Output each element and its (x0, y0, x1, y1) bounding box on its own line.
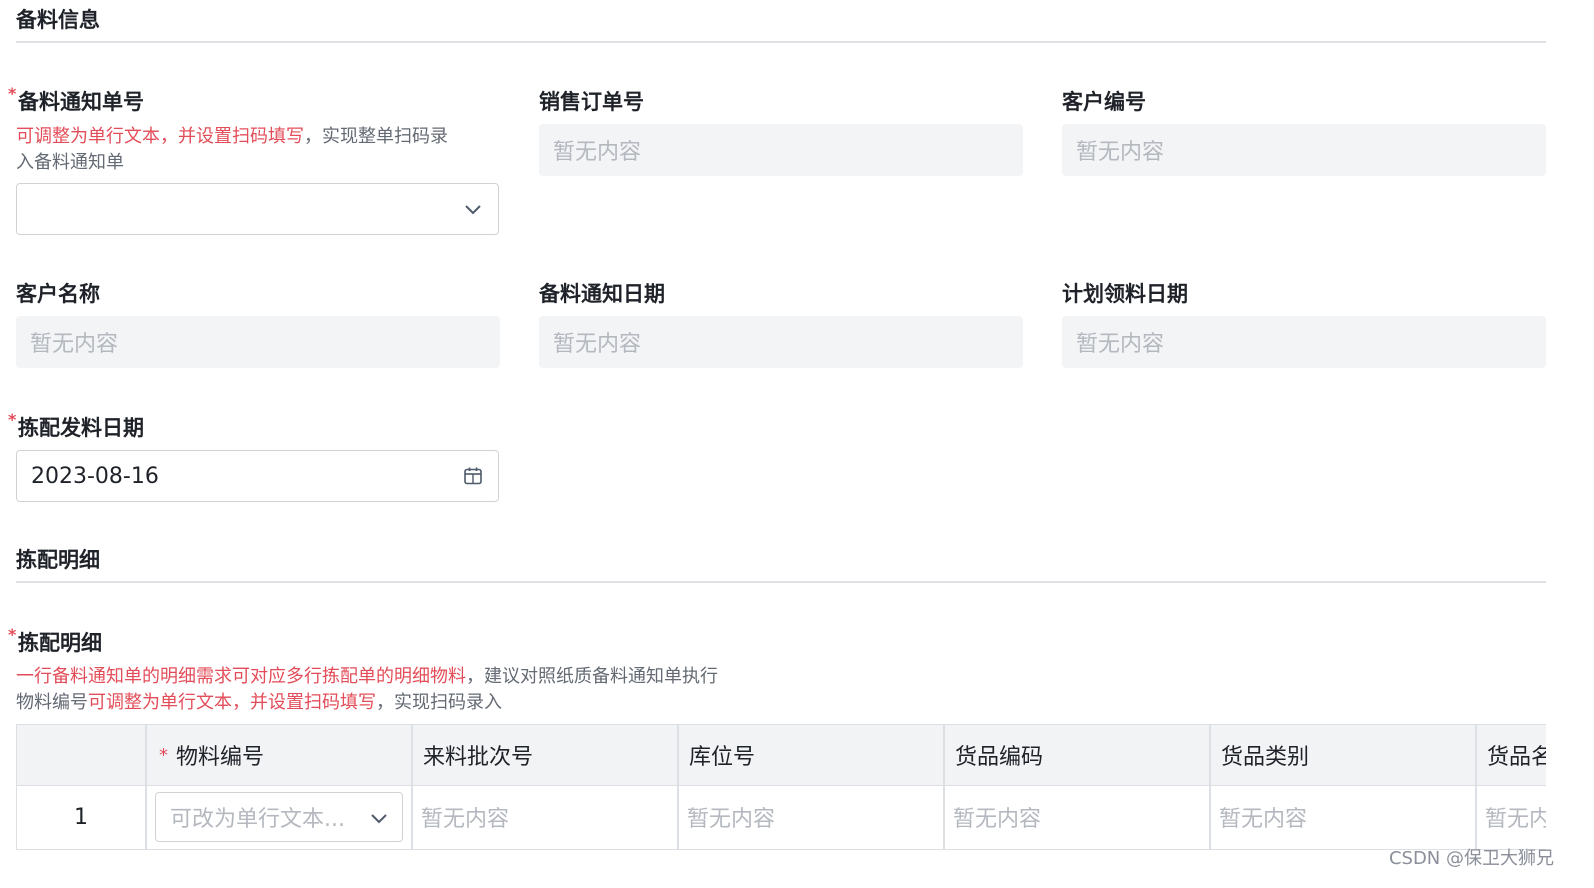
column-header-goods-category[interactable]: 货品类别 (1221, 725, 1309, 785)
goods-category-cell: 暂无内容 (1219, 807, 1308, 832)
batch-no-cell: 暂无内容 (421, 807, 510, 832)
notice-date-input: 暂无内容 (539, 316, 1023, 368)
field-label-customer-name: 客户名称 (16, 282, 100, 306)
plan-date-input: 暂无内容 (1062, 316, 1546, 368)
hint-gray: 入备料通知单 (16, 152, 124, 173)
row-index: 1 (74, 804, 88, 830)
label-text: 拣配发料日期 (18, 416, 144, 440)
divider (16, 41, 1546, 43)
hint-gray: ，实现整单扫码录 (304, 126, 448, 147)
hint-red: 可调整为单行文本，并设置扫码填写 (88, 692, 376, 713)
location-cell: 暂无内容 (687, 807, 776, 832)
column-header-goods-name[interactable]: 货品名 (1487, 725, 1546, 785)
label-text: 备料通知单号 (18, 90, 144, 114)
watermark: CSDN @保卫大狮兄 (1388, 848, 1554, 869)
notice-no-select[interactable] (16, 183, 499, 235)
column-separator (677, 725, 679, 849)
section-title-prep-info: 备料信息 (16, 8, 100, 32)
calendar-icon (464, 467, 482, 485)
notice-no-hint: 可调整为单行文本，并设置扫码填写，实现整单扫码录 入备料通知单 (16, 124, 506, 176)
customer-name-input: 暂无内容 (16, 316, 500, 368)
divider (16, 581, 1546, 583)
column-separator (1209, 725, 1211, 849)
chevron-down-icon (465, 205, 481, 215)
field-label-notice-date: 备料通知日期 (539, 282, 665, 306)
field-label-customer-code: 客户编号 (1062, 90, 1146, 114)
field-label-plan-date: 计划领料日期 (1062, 282, 1188, 306)
pick-date-value: 2023-08-16 (31, 463, 159, 489)
pick-date-picker[interactable]: 2023-08-16 (16, 450, 499, 502)
column-header-goods-code[interactable]: 货品编码 (955, 725, 1043, 785)
field-label-notice-no: * 备料通知单号 (8, 84, 144, 116)
column-separator (1475, 725, 1477, 849)
column-header-batch-no[interactable]: 来料批次号 (423, 725, 533, 785)
hint-gray: ，建议对照纸质备料通知单执行 (466, 666, 718, 687)
customer-code-input: 暂无内容 (1062, 124, 1546, 176)
required-mark: * (8, 410, 17, 429)
column-header-material-no[interactable]: * 物料编号 (159, 725, 264, 785)
goods-code-cell: 暂无内容 (953, 807, 1042, 832)
hint-gray: 物料编号 (16, 692, 88, 713)
required-mark: * (8, 84, 17, 103)
material-no-select[interactable]: 可改为单行文本... (155, 792, 403, 842)
chevron-down-icon (371, 814, 387, 824)
field-label-sales-order: 销售订单号 (539, 90, 644, 114)
hint-gray: ，实现扫码录入 (376, 692, 502, 713)
label-text: 拣配明细 (18, 631, 102, 655)
required-mark: * (8, 625, 17, 644)
detail-hint: 一行备料通知单的明细需求可对应多行拣配单的明细物料，建议对照纸质备料通知单执行 … (16, 664, 916, 716)
hint-red: 可调整为单行文本，并设置扫码填写 (16, 126, 304, 147)
column-separator (145, 725, 147, 849)
section-title-pick-detail: 拣配明细 (16, 548, 100, 572)
column-header-location[interactable]: 库位号 (689, 725, 755, 785)
field-label-pick-date: * 拣配发料日期 (8, 410, 144, 442)
column-header-label: 物料编号 (176, 745, 265, 770)
sales-order-input: 暂无内容 (539, 124, 1023, 176)
required-mark: * (159, 744, 168, 766)
hint-red: 一行备料通知单的明细需求可对应多行拣配单的明细物料 (16, 666, 466, 687)
detail-table: * 物料编号 来料批次号 库位号 货品编码 货品类别 货品名 1 可改为单行文本… (16, 724, 1546, 850)
column-separator (943, 725, 945, 849)
goods-name-cell: 暂无内容 (1485, 807, 1546, 832)
material-no-placeholder: 可改为单行文本... (170, 807, 345, 832)
field-label-detail: * 拣配明细 (8, 625, 102, 657)
column-separator (411, 725, 413, 849)
